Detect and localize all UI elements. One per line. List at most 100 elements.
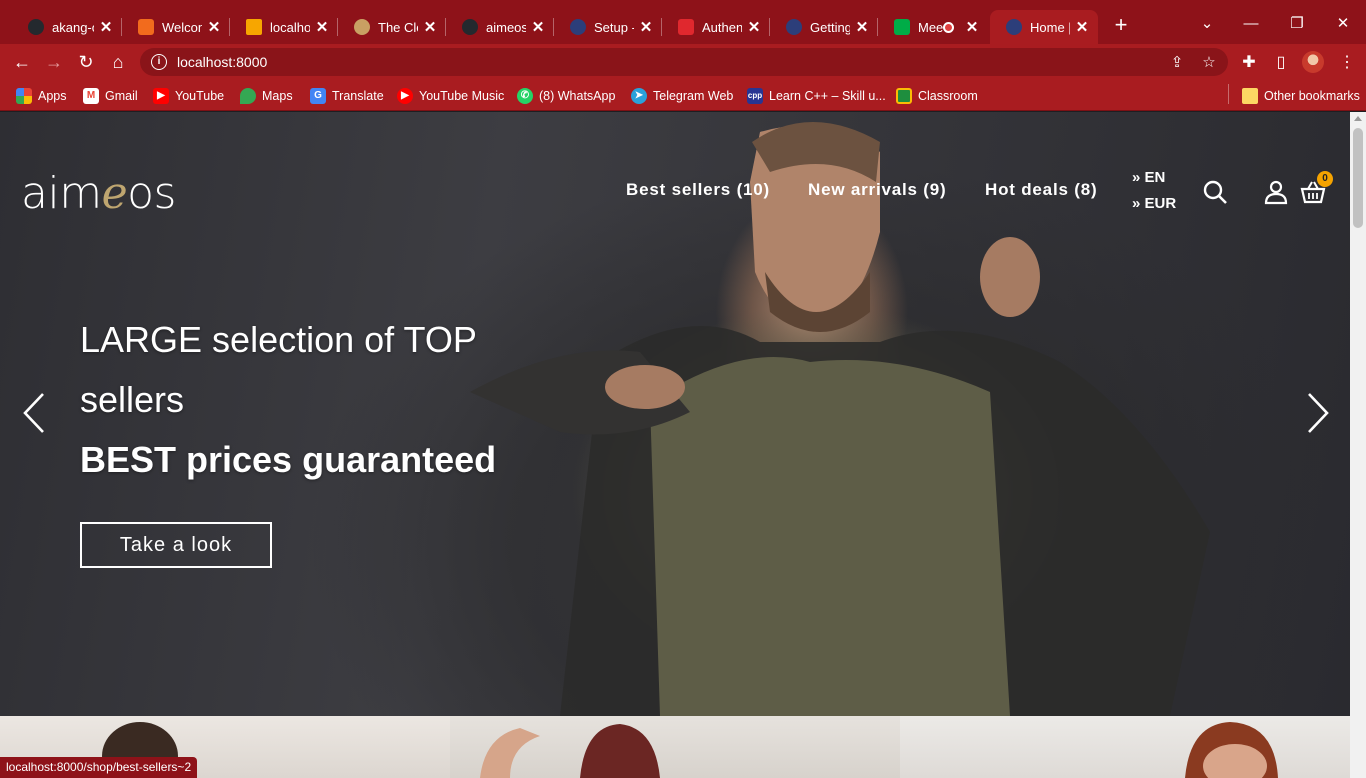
close-icon[interactable]: ✕ <box>638 18 654 36</box>
search-icon[interactable] <box>1202 179 1228 205</box>
youtube-music-icon: ▶ <box>397 88 413 104</box>
browser-tab[interactable]: Authenti✕ <box>662 10 770 44</box>
bookmark-youtube-music[interactable]: ▶ YouTube Music <box>397 86 504 106</box>
close-icon[interactable]: ✕ <box>422 18 438 36</box>
bookmark-label: Other bookmarks <box>1264 89 1360 103</box>
site-info-icon[interactable]: i <box>151 54 167 70</box>
url-text[interactable]: localhost:8000 <box>177 54 267 70</box>
browser-tab[interactable]: Welcome✕ <box>122 10 230 44</box>
aimeos-logo[interactable]: aimeos <box>21 168 176 219</box>
bookmark-classroom[interactable]: Classroom <box>896 86 978 106</box>
maps-pin-icon <box>240 88 256 104</box>
scroll-thumb[interactable] <box>1353 128 1363 228</box>
share-icon[interactable]: ⇪ <box>1168 54 1186 72</box>
browser-tab-active[interactable]: Home | I✕ <box>990 10 1098 44</box>
hero-slider: aimeos Best sellers (10) New arrivals (9… <box>0 112 1350 716</box>
reload-icon[interactable]: ↻ <box>74 50 98 74</box>
star-icon[interactable]: ☆ <box>1200 54 1218 72</box>
browser-tab[interactable]: Getting ✕ <box>770 10 878 44</box>
browser-tab[interactable]: localhost✕ <box>230 10 338 44</box>
shield-icon <box>678 19 694 35</box>
close-icon[interactable]: ✕ <box>98 18 114 36</box>
close-icon[interactable]: ✕ <box>1074 18 1090 36</box>
whatsapp-icon: ✆ <box>517 88 533 104</box>
bookmark-youtube[interactable]: ▶ YouTube <box>153 86 224 106</box>
browser-tab[interactable]: aimeos/a✕ <box>446 10 554 44</box>
classroom-icon <box>896 88 912 104</box>
bookmark-gmail[interactable]: M Gmail <box>83 86 138 106</box>
new-tab-button[interactable]: + <box>1110 14 1132 36</box>
category-tile[interactable] <box>450 716 900 778</box>
bookmarks-divider <box>1228 84 1229 104</box>
avatar[interactable] <box>1302 51 1324 73</box>
back-arrow-icon[interactable]: ← <box>10 50 34 74</box>
site-icon <box>570 19 586 35</box>
browser-tab[interactable]: The Clou✕ <box>338 10 446 44</box>
nav-hot-deals[interactable]: Hot deals (8) <box>985 180 1097 200</box>
home-icon[interactable]: ⌂ <box>106 50 130 74</box>
gmail-icon: M <box>83 88 99 104</box>
browser-tab[interactable]: Mee ✕ <box>878 10 988 44</box>
minimize-button[interactable]: — <box>1236 12 1266 36</box>
youtube-icon: ▶ <box>153 88 169 104</box>
bookmark-label: Apps <box>38 89 67 103</box>
chevron-left-icon[interactable] <box>21 392 47 434</box>
take-a-look-button[interactable]: Take a look <box>80 522 272 568</box>
tab-title: localhost <box>270 19 310 35</box>
site-icon <box>354 19 370 35</box>
status-bar-url: localhost:8000/shop/best-sellers~2 <box>0 757 198 778</box>
browser-tab[interactable]: akang-o✕ <box>12 10 122 44</box>
menu-kebab-icon[interactable]: ⋮ <box>1336 52 1358 74</box>
side-panel-icon[interactable]: ▯ <box>1270 52 1292 74</box>
close-icon[interactable]: ✕ <box>530 18 546 36</box>
tab-title: Getting <box>810 19 850 35</box>
close-window-button[interactable]: ✕ <box>1328 12 1358 36</box>
forward-arrow-icon[interactable]: → <box>42 50 66 74</box>
tab-title: aimeos/a <box>486 19 526 35</box>
currency-selector[interactable]: » EUR <box>1132 195 1176 212</box>
language-selector[interactable]: » EN <box>1132 169 1165 186</box>
address-bar[interactable]: i localhost:8000 ⇪ ☆ <box>140 48 1228 76</box>
nav-best-sellers[interactable]: Best sellers (10) <box>626 180 770 200</box>
tab-title: Setup - A <box>594 19 634 35</box>
site-icon <box>246 19 262 35</box>
bookmark-label: YouTube Music <box>419 89 505 103</box>
bookmark-whatsapp[interactable]: ✆ (8) WhatsApp <box>517 86 615 106</box>
category-tile[interactable] <box>900 716 1350 778</box>
scroll-up-arrow-icon[interactable] <box>1354 116 1362 121</box>
bookmarks-bar: Apps M Gmail ▶ YouTube Maps G Translate ▶ Yo… <box>0 80 1366 111</box>
page-viewport: aimeos Best sellers (10) New arrivals (9… <box>0 112 1350 778</box>
telegram-icon: ➤ <box>631 88 647 104</box>
bookmark-telegram[interactable]: ➤ Telegram Web <box>631 86 733 106</box>
browser-tab[interactable]: Setup - A✕ <box>554 10 662 44</box>
close-icon[interactable]: ✕ <box>854 18 870 36</box>
close-icon[interactable]: ✕ <box>964 18 980 36</box>
bookmark-maps[interactable]: Maps <box>240 86 293 106</box>
hero-headline-line3: BEST prices guaranteed <box>80 439 497 480</box>
chevron-right-icon[interactable] <box>1305 392 1331 434</box>
bookmark-apps[interactable]: Apps <box>16 86 67 106</box>
tab-title: Welcome <box>162 19 202 35</box>
extensions-icon[interactable]: ✚ <box>1238 52 1260 74</box>
restore-button[interactable]: ❐ <box>1282 12 1312 36</box>
cart-count-badge: 0 <box>1317 171 1333 187</box>
bookmark-learncpp[interactable]: cpp Learn C++ – Skill u... <box>747 86 886 106</box>
tab-search-icon[interactable]: ⌄ <box>1192 12 1222 36</box>
close-icon[interactable]: ✕ <box>206 18 222 36</box>
close-icon[interactable]: ✕ <box>314 18 330 36</box>
bookmark-label: Translate <box>332 89 384 103</box>
meet-icon <box>894 19 910 35</box>
vertical-scrollbar[interactable] <box>1350 112 1366 778</box>
nav-new-arrivals[interactable]: New arrivals (9) <box>808 180 946 200</box>
tab-strip: akang-o✕ Welcome✕ localhost✕ The Clou✕ a… <box>0 0 1366 44</box>
tab-title: akang-o <box>52 19 94 35</box>
bookmark-translate[interactable]: G Translate <box>310 86 384 106</box>
site-icon <box>786 19 802 35</box>
folder-icon <box>1242 88 1258 104</box>
browser-toolbar: ← → ↻ ⌂ i localhost:8000 ⇪ ☆ ✚ ▯ ⋮ <box>0 44 1366 80</box>
user-icon[interactable] <box>1263 179 1289 205</box>
bookmark-label: Gmail <box>105 89 138 103</box>
close-icon[interactable]: ✕ <box>746 18 762 36</box>
hero-headline-line2: sellers <box>80 379 185 420</box>
other-bookmarks[interactable]: Other bookmarks <box>1242 86 1360 106</box>
